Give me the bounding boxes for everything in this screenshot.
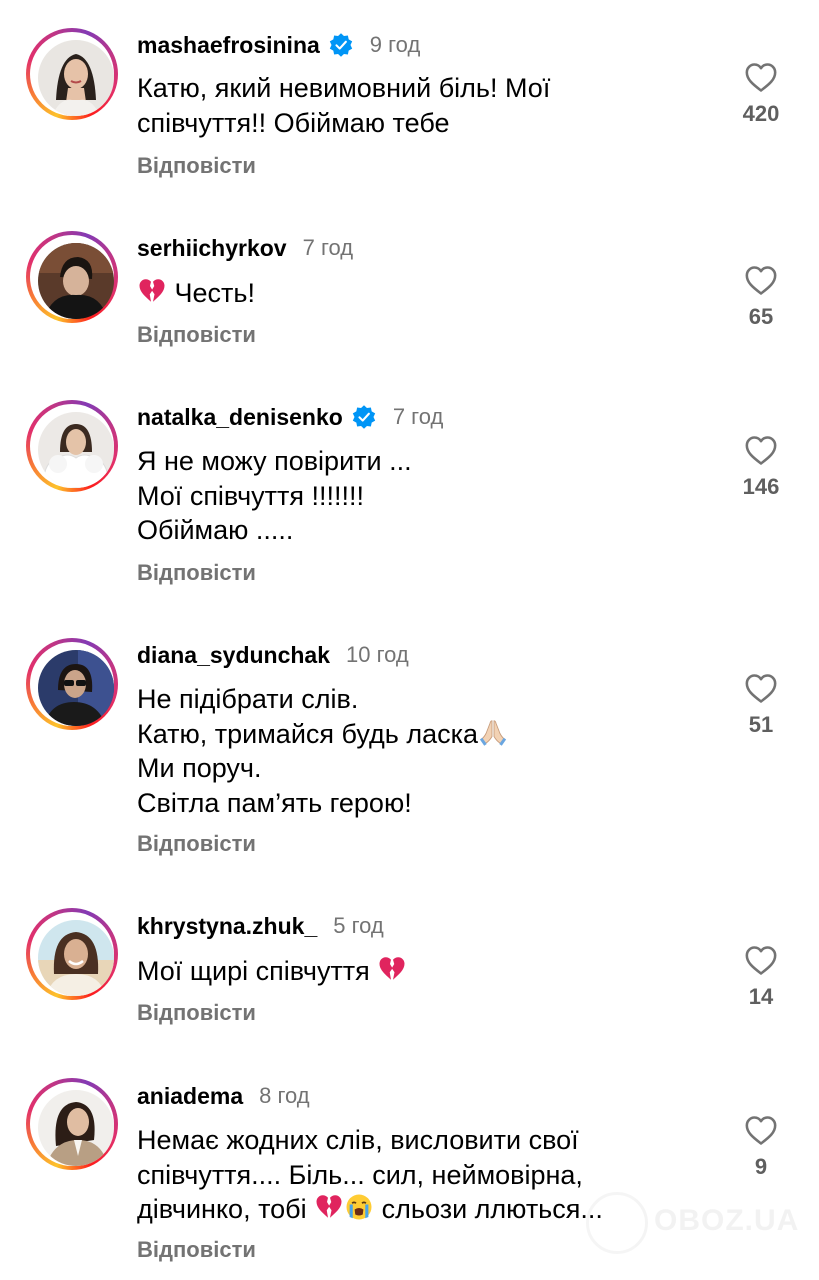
like-count: 51 bbox=[748, 712, 774, 737]
comment-time: 5 год bbox=[333, 913, 384, 938]
avatar[interactable] bbox=[38, 412, 114, 488]
folded-hands-emoji bbox=[478, 717, 508, 747]
heart-outline-icon[interactable] bbox=[744, 944, 778, 976]
username[interactable]: mashaefrosinina bbox=[137, 32, 320, 59]
username[interactable]: serhiichyrkov bbox=[137, 235, 287, 262]
comment-time: 8 год bbox=[259, 1083, 310, 1108]
story-ring[interactable] bbox=[26, 908, 118, 1000]
broken-heart-emoji bbox=[314, 1192, 344, 1222]
reply-button[interactable]: Відповісти bbox=[137, 152, 256, 180]
heart-outline-icon[interactable] bbox=[744, 1114, 778, 1146]
reply-button[interactable]: Відповісти bbox=[137, 830, 256, 858]
comment-text: Катю, який невимовний біль! Мої співчутт… bbox=[137, 73, 551, 138]
watermark-logo-icon bbox=[586, 1192, 648, 1254]
comment-time: 7 год bbox=[302, 235, 354, 260]
comment-text: Мої щирі співчуття bbox=[137, 954, 407, 989]
reply-button[interactable]: Відповісти bbox=[137, 321, 256, 349]
heart-outline-icon[interactable] bbox=[744, 61, 778, 93]
comment-item: serhiichyrkov 7 год Честь! Відповісти 65 bbox=[0, 200, 819, 380]
story-ring[interactable] bbox=[26, 638, 118, 730]
reply-button[interactable]: Відповісти bbox=[137, 1236, 256, 1264]
broken-heart-emoji bbox=[377, 954, 407, 984]
like-control: 51 bbox=[720, 672, 802, 738]
heart-outline-icon[interactable] bbox=[744, 264, 778, 296]
avatar[interactable] bbox=[38, 650, 114, 726]
like-count: 9 bbox=[754, 1154, 768, 1179]
like-count: 14 bbox=[748, 984, 774, 1009]
like-count: 420 bbox=[742, 101, 780, 126]
heart-outline-icon[interactable] bbox=[744, 434, 778, 466]
story-ring[interactable] bbox=[26, 400, 118, 492]
loudly-crying-face-emoji bbox=[344, 1192, 374, 1222]
username[interactable]: diana_sydunchak bbox=[137, 642, 330, 669]
comment-item: mashaefrosinina 9 год Катю, який невимов… bbox=[0, 0, 819, 200]
comment-time: 7 год bbox=[392, 404, 444, 429]
username[interactable]: natalka_denisenko bbox=[137, 404, 343, 431]
comment-text: Честь! bbox=[137, 276, 255, 311]
verified-badge-icon bbox=[352, 405, 375, 429]
like-control: 14 bbox=[720, 944, 802, 1010]
comment-item: diana_sydunchak 10 год Не підібрати слів… bbox=[0, 620, 819, 892]
story-ring[interactable] bbox=[26, 28, 118, 120]
comment-item: khrystyna.zhuk_ 5 год Мої щирі співчуття… bbox=[0, 892, 819, 1062]
verified-badge-icon bbox=[329, 33, 352, 57]
watermark-text: OBOZ.UA bbox=[654, 1204, 800, 1237]
heart-outline-icon[interactable] bbox=[744, 672, 778, 704]
comment-time: 9 год bbox=[369, 32, 421, 57]
reply-button[interactable]: Відповісти bbox=[137, 999, 256, 1027]
story-ring[interactable] bbox=[26, 231, 118, 323]
username[interactable]: aniadema bbox=[137, 1083, 243, 1110]
username[interactable]: khrystyna.zhuk_ bbox=[137, 913, 317, 940]
like-control: 420 bbox=[720, 61, 802, 127]
avatar[interactable] bbox=[38, 40, 114, 116]
like-count: 65 bbox=[748, 304, 774, 329]
comment-text: Не підібрати слів. Катю, тримайся будь л… bbox=[137, 682, 508, 820]
like-control: 9 bbox=[720, 1114, 802, 1180]
comment-text: Немає жодних слів, висловити свої співчу… bbox=[137, 1125, 603, 1224]
like-control: 65 bbox=[720, 264, 802, 330]
comment-item: natalka_denisenko 7 год Я не можу повіри… bbox=[0, 380, 819, 620]
story-ring[interactable] bbox=[26, 1078, 118, 1170]
avatar[interactable] bbox=[38, 1090, 114, 1166]
watermark: OBOZ.UA bbox=[582, 1188, 812, 1258]
avatar[interactable] bbox=[38, 243, 114, 319]
comment-time: 10 год bbox=[346, 642, 409, 667]
avatar[interactable] bbox=[38, 920, 114, 996]
like-count: 146 bbox=[742, 474, 780, 499]
like-control: 146 bbox=[720, 434, 802, 500]
reply-button[interactable]: Відповісти bbox=[137, 559, 256, 587]
comment-text: Я не можу повірити ... Мої співчуття !!!… bbox=[137, 446, 412, 545]
broken-heart-emoji bbox=[137, 276, 167, 306]
